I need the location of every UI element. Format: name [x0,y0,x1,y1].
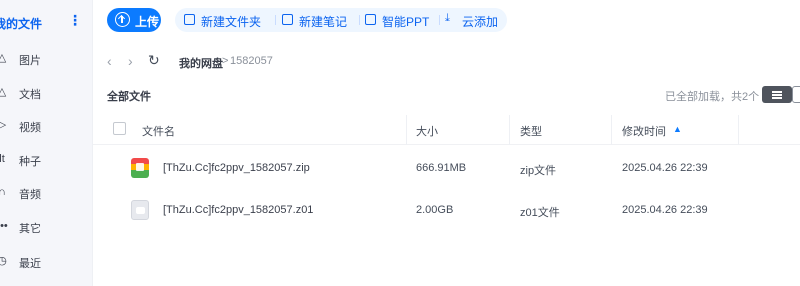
play-icon: ▷ [0,119,7,131]
breadcrumb-separator: > [222,55,229,67]
sort-desc-icon[interactable]: ▲ [673,124,682,134]
sidebar-item-label: 图片 [19,55,41,67]
loaded-status: 已全部加载，共2个 [665,91,760,103]
list-icon [772,94,782,96]
more-icon: ••• [0,220,8,232]
bt-icon: lt [0,153,5,165]
triangle-icon: △ [0,86,7,98]
upload-button[interactable]: 上传 [107,8,161,32]
file-name[interactable]: [ThZu.Cc]fc2ppv_1582057.z01 [163,204,313,216]
sidebar-item-documents[interactable]: △ 文档 [0,81,93,105]
list-icon [772,97,782,99]
column-divider [406,115,407,145]
file-name[interactable]: [ThZu.Cc]fc2ppv_1582057.zip [163,162,310,174]
section-title: 全部文件 [107,91,151,103]
table-header: 文件名 大小 类型 修改时间 ▲ [93,115,800,145]
divider [359,15,360,25]
generic-file-icon [131,200,149,220]
list-view-button[interactable] [762,86,792,103]
headphone-icon: ∩ [0,186,6,198]
sidebar-item-label: 视频 [19,122,41,134]
column-header-size[interactable]: 大小 [416,123,438,139]
navigation-bar: ‹ › ↻ 我的网盘 > 1582057 [93,48,800,74]
sidebar-item-images[interactable]: △ 图片 [0,47,93,71]
file-size: 2.00GB [416,204,454,216]
smart-ppt-label: 智能PPT [382,15,430,29]
sidebar-header-my-files[interactable]: 我的文件 ⋮ [0,10,93,36]
select-all-checkbox[interactable] [113,122,126,135]
sidebar-item-recent[interactable]: ◷ 最近 [0,250,93,274]
sidebar-item-label: 文档 [19,89,41,101]
table-row[interactable]: [ThZu.Cc]fc2ppv_1582057.zip 666.91MB zip… [93,148,800,190]
cloud-add-label: 云添加 [462,15,499,29]
column-header-name[interactable]: 文件名 [142,123,175,139]
column-divider [509,115,510,145]
new-note-label: 新建笔记 [299,15,348,29]
new-folder-label: 新建文件夹 [201,15,262,29]
sidebar-item-other[interactable]: ••• 其它 [0,215,93,239]
folder-plus-icon [184,14,195,25]
zip-file-icon [131,158,149,178]
forward-icon[interactable]: › [128,53,133,69]
table-row[interactable]: [ThZu.Cc]fc2ppv_1582057.z01 2.00GB z01文件… [93,190,800,232]
column-header-modified[interactable]: 修改时间 [622,123,666,139]
toolbar-actions: 新建文件夹 新建笔记 智能PPT ⤓ 云添加 [175,8,507,32]
file-type: z01文件 [520,207,560,219]
sidebar-item-label: 最近 [19,258,41,270]
triangle-icon: △ [0,52,7,64]
sidebar-item-label: 其它 [19,223,41,235]
sidebar-item-label: 音频 [19,189,41,201]
refresh-icon[interactable]: ↻ [148,52,160,69]
toolbar: 上传 新建文件夹 新建笔记 智能PPT ⤓ 云添加 [93,0,800,44]
breadcrumb-current: 1582057 [230,55,273,67]
breadcrumb-root[interactable]: 我的网盘 [179,55,223,71]
cloud-add-button[interactable]: ⤓ 云添加 [445,8,505,32]
clock-icon: ◷ [0,255,7,267]
new-folder-button[interactable]: 新建文件夹 [184,8,272,32]
divider [275,15,276,25]
sidebar-item-torrents[interactable]: lt 种子 [0,148,93,172]
note-icon [282,14,293,25]
sidebar-item-audio[interactable]: ∩ 音频 [0,181,93,205]
download-icon: ⤓ [445,12,450,24]
sidebar: 我的文件 ⋮ △ 图片 △ 文档 ▷ 视频 lt 种子 ∩ 音频 ••• 其它 … [0,0,93,286]
sidebar-item-label: 种子 [19,156,41,168]
sidebar-item-videos[interactable]: ▷ 视频 [0,114,93,138]
column-divider [611,115,612,145]
column-header-type[interactable]: 类型 [520,123,542,139]
upload-icon [115,12,130,27]
ppt-icon [365,14,376,25]
grid-view-button[interactable] [792,86,800,103]
more-vertical-icon[interactable]: ⋮ [68,12,82,29]
divider [439,15,440,25]
sidebar-title: 我的文件 [0,17,43,31]
new-note-button[interactable]: 新建笔记 [282,8,356,32]
file-type: zip文件 [520,165,557,177]
file-size: 666.91MB [416,162,467,174]
upload-label: 上传 [135,15,160,29]
smart-ppt-button[interactable]: 智能PPT [365,8,435,32]
column-divider [738,115,739,145]
file-modified: 2025.04.26 22:39 [622,204,708,216]
file-modified: 2025.04.26 22:39 [622,162,708,174]
back-icon[interactable]: ‹ [107,53,112,69]
list-icon [772,91,782,93]
